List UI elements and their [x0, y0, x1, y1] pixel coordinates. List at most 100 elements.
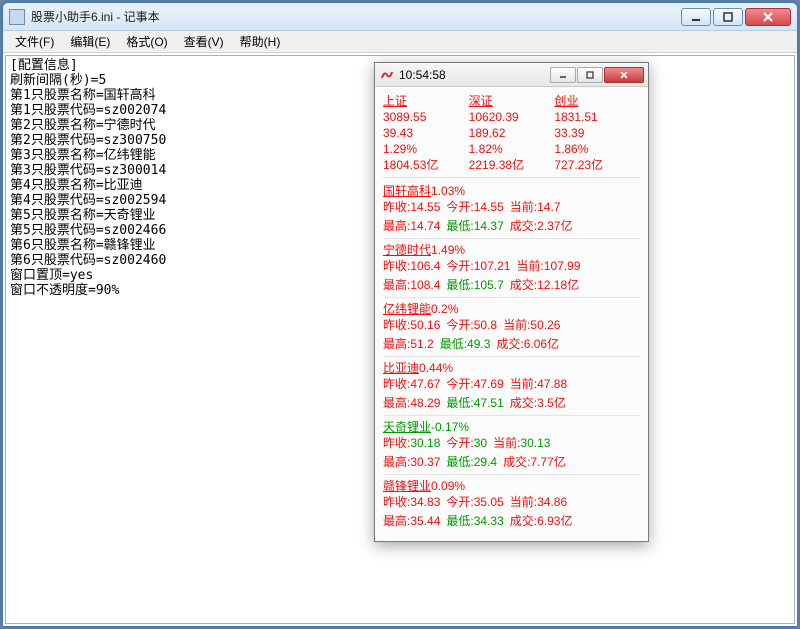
stock-app-icon — [379, 67, 395, 83]
notepad-title: 股票小助手6.ini - 记事本 — [31, 8, 681, 25]
stock-row-1: 昨收:14.55今开:14.55当前:14.7 — [383, 199, 640, 215]
stock-row-2: 最高:51.2 最低:49.3 成交:6.06亿 — [383, 336, 640, 352]
index-vol: 727.23亿 — [554, 157, 640, 173]
index-price: 10620.39 — [469, 109, 555, 125]
index-chg: 189.62 — [469, 125, 555, 141]
stock-header: 宁德时代1.49% — [383, 242, 640, 258]
stock-row-2: 最高:48.29最低:47.51成交:3.5亿 — [383, 395, 640, 411]
menu-edit[interactable]: 编辑(E) — [62, 31, 118, 52]
maximize-button[interactable] — [577, 67, 603, 83]
stock-window-controls — [550, 67, 644, 83]
vol: 成交:12.18亿 — [510, 277, 579, 293]
prev: 昨收:106.4 — [383, 258, 440, 274]
prev: 昨收:14.55 — [383, 199, 440, 215]
cur: 当前:107.99 — [516, 258, 580, 274]
low: 最低:14.37 — [446, 218, 503, 234]
index-name[interactable]: 创业 — [554, 93, 640, 109]
stock-pct: 1.03% — [431, 184, 465, 198]
cur: 当前:50.26 — [503, 317, 560, 333]
minimize-button[interactable] — [550, 67, 576, 83]
stock-row-1: 昨收:30.18 今开:30 当前:30.13 — [383, 435, 640, 451]
index-name[interactable]: 上证 — [383, 93, 469, 109]
menu-file[interactable]: 文件(F) — [7, 31, 62, 52]
prev: 昨收:34.83 — [383, 494, 440, 510]
stock-block: 国轩高科1.03%昨收:14.55今开:14.55当前:14.7 最高:14.74… — [383, 180, 640, 239]
stock-name[interactable]: 宁德时代 — [383, 243, 431, 257]
index-col: 上证3089.5539.431.29%1804.53亿 — [383, 93, 469, 173]
stock-name[interactable]: 赣锋锂业 — [383, 479, 431, 493]
high: 最高:48.29 — [383, 395, 440, 411]
cur: 当前:34.86 — [510, 494, 567, 510]
high: 最高:30.37 — [383, 454, 440, 470]
stock-body: 上证3089.5539.431.29%1804.53亿深证10620.39189… — [375, 87, 648, 541]
stock-block: 赣锋锂业0.09%昨收:34.83 今开:35.05 当前:34.86 最高:35.4… — [383, 475, 640, 533]
menu-help[interactable]: 帮助(H) — [232, 31, 289, 52]
index-row: 上证3089.5539.431.29%1804.53亿深证10620.39189… — [383, 93, 640, 178]
close-button[interactable] — [745, 8, 791, 26]
stock-block: 天奇锂业-0.17%昨收:30.18 今开:30 当前:30.13 最高:30.37最… — [383, 416, 640, 475]
index-name[interactable]: 深证 — [469, 93, 555, 109]
stock-row-1: 昨收:50.16 今开:50.8 当前:50.26 — [383, 317, 640, 333]
index-price: 1831.51 — [554, 109, 640, 125]
index-col: 创业1831.5133.391.86%727.23亿 — [554, 93, 640, 173]
menu-format[interactable]: 格式(O) — [118, 31, 175, 52]
stock-pct: 1.49% — [431, 243, 465, 257]
stock-pct: -0.17% — [431, 420, 469, 434]
stock-block: 比亚迪0.44%昨收:47.67 今开:47.69 当前:47.88 最高:48.29… — [383, 357, 640, 416]
notepad-menu: 文件(F) 编辑(E) 格式(O) 查看(V) 帮助(H) — [3, 31, 797, 53]
window-controls — [681, 8, 791, 26]
prev: 昨收:50.16 — [383, 317, 440, 333]
stock-name[interactable]: 天奇锂业 — [383, 420, 431, 434]
stock-name[interactable]: 亿纬锂能 — [383, 302, 431, 316]
notepad-titlebar[interactable]: 股票小助手6.ini - 记事本 — [3, 3, 797, 31]
stock-row-1: 昨收:47.67 今开:47.69 当前:47.88 — [383, 376, 640, 392]
stock-row-2: 最高:35.44最低:34.33成交:6.93亿 — [383, 513, 640, 529]
high: 最高:14.74 — [383, 218, 440, 234]
stock-header: 亿纬锂能0.2% — [383, 301, 640, 317]
stock-name[interactable]: 比亚迪 — [383, 361, 419, 375]
index-vol: 1804.53亿 — [383, 157, 469, 173]
index-chg: 39.43 — [383, 125, 469, 141]
index-pct: 1.86% — [554, 141, 640, 157]
low: 最低:105.7 — [446, 277, 503, 293]
stock-header: 国轩高科1.03% — [383, 183, 640, 199]
low: 最低:49.3 — [440, 336, 491, 352]
stock-header: 赣锋锂业0.09% — [383, 478, 640, 494]
minimize-button[interactable] — [681, 8, 711, 26]
high: 最高:51.2 — [383, 336, 434, 352]
cur: 当前:14.7 — [510, 199, 561, 215]
open: 今开:35.05 — [446, 494, 503, 510]
index-chg: 33.39 — [554, 125, 640, 141]
notepad-icon — [9, 9, 25, 25]
maximize-button[interactable] — [713, 8, 743, 26]
stock-header: 天奇锂业-0.17% — [383, 419, 640, 435]
cur: 当前:47.88 — [510, 376, 567, 392]
close-button[interactable] — [604, 67, 644, 83]
index-col: 深证10620.39189.621.82%2219.38亿 — [469, 93, 555, 173]
index-pct: 1.82% — [469, 141, 555, 157]
vol: 成交:2.37亿 — [510, 218, 573, 234]
open: 今开:30 — [446, 435, 487, 451]
stock-titlebar[interactable]: 10:54:58 — [375, 63, 648, 87]
stock-pct: 0.44% — [419, 361, 453, 375]
vol: 成交:6.06亿 — [496, 336, 559, 352]
index-price: 3089.55 — [383, 109, 469, 125]
open: 今开:47.69 — [446, 376, 503, 392]
stock-helper-window: 10:54:58 上证3089.5539.431.29%1804.53亿深证10… — [374, 62, 649, 542]
menu-view[interactable]: 查看(V) — [176, 31, 232, 52]
index-vol: 2219.38亿 — [469, 157, 555, 173]
high: 最高:35.44 — [383, 513, 440, 529]
open: 今开:50.8 — [446, 317, 497, 333]
cur: 当前:30.13 — [493, 435, 550, 451]
low: 最低:47.51 — [446, 395, 503, 411]
stock-header: 比亚迪0.44% — [383, 360, 640, 376]
vol: 成交:6.93亿 — [510, 513, 573, 529]
stock-time: 10:54:58 — [399, 68, 550, 82]
stock-row-2: 最高:30.37最低:29.4成交:7.77亿 — [383, 454, 640, 470]
stock-name[interactable]: 国轩高科 — [383, 184, 431, 198]
vol: 成交:7.77亿 — [503, 454, 566, 470]
prev: 昨收:30.18 — [383, 435, 440, 451]
prev: 昨收:47.67 — [383, 376, 440, 392]
stock-row-2: 最高:108.4最低:105.7成交:12.18亿 — [383, 277, 640, 293]
open: 今开:107.21 — [446, 258, 510, 274]
